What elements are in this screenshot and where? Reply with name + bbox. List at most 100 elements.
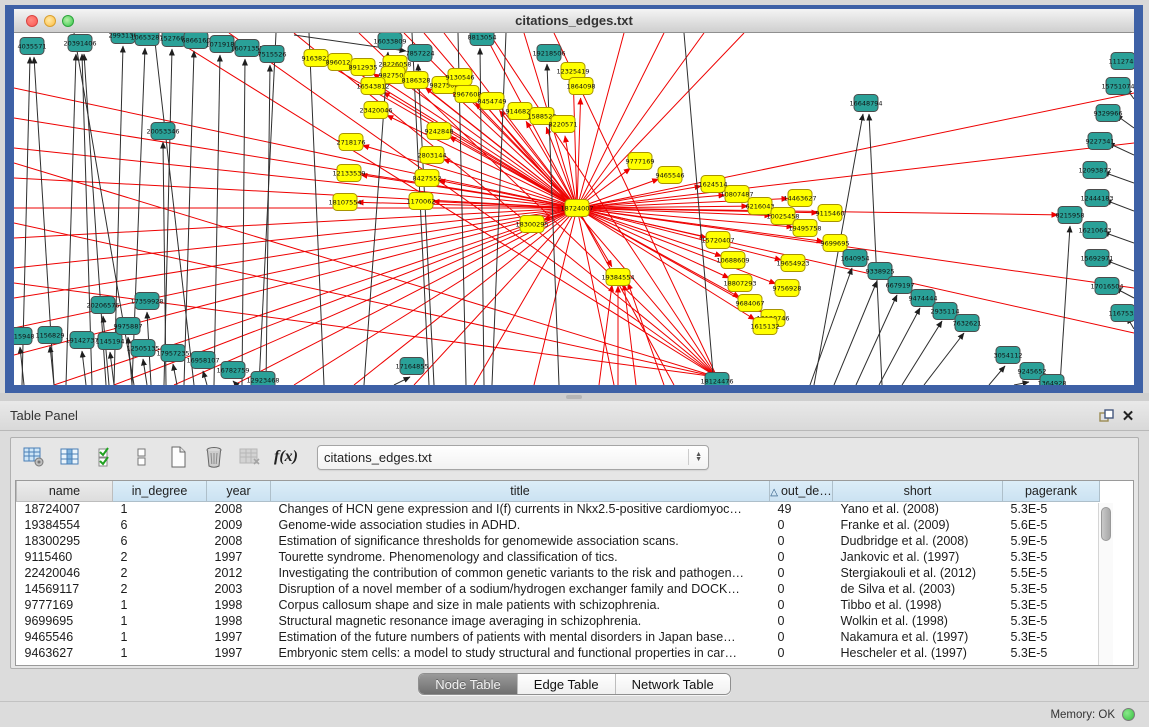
- graph-node-yellow[interactable]: 10688609: [716, 252, 749, 269]
- graph-node-teal[interactable]: 9329966: [1094, 105, 1123, 122]
- graph-node-yellow[interactable]: 9756928: [773, 280, 802, 297]
- cell[interactable]: 0: [770, 581, 833, 597]
- column-edit-icon[interactable]: [55, 443, 85, 471]
- cell[interactable]: Jankovic et al. (1997): [833, 549, 1003, 565]
- graph-node-yellow[interactable]: 2718176: [337, 134, 366, 151]
- cell[interactable]: 1998: [207, 597, 271, 613]
- graph-node-yellow[interactable]: 8186328: [402, 72, 431, 89]
- cell[interactable]: 5.9E-5: [1003, 533, 1100, 549]
- cell[interactable]: 9699695: [17, 613, 113, 629]
- cell[interactable]: Changes of HCN gene expression and I(f) …: [271, 501, 770, 517]
- graph-node-yellow[interactable]: 1615132: [751, 318, 780, 335]
- cell[interactable]: Disruption of a novel member of a sodium…: [271, 581, 770, 597]
- vertical-scrollbar[interactable]: [1098, 503, 1113, 665]
- cell[interactable]: 18300295: [17, 533, 113, 549]
- cell[interactable]: 1: [113, 629, 207, 645]
- delete-table-icon[interactable]: [235, 443, 265, 471]
- cell[interactable]: Wolkin et al. (1998): [833, 613, 1003, 629]
- graph-node-yellow[interactable]: 12325419: [556, 63, 589, 80]
- graph-node-yellow[interactable]: 12133539: [332, 165, 365, 182]
- cell[interactable]: 1: [113, 597, 207, 613]
- cell[interactable]: 2: [113, 565, 207, 581]
- graph-node-teal[interactable]: 1364928: [1038, 375, 1067, 386]
- cell[interactable]: 6: [113, 517, 207, 533]
- graph-node-yellow[interactable]: 19495758: [788, 220, 821, 237]
- cell[interactable]: 2012: [207, 565, 271, 581]
- minimize-window-button[interactable]: [44, 15, 56, 27]
- cell[interactable]: 22420046: [17, 565, 113, 581]
- network-canvas[interactable]: 1872400791638228960128891293528226058982…: [14, 33, 1134, 385]
- graph-node-teal[interactable]: 8215958: [1056, 207, 1085, 224]
- cell[interactable]: 5.5E-5: [1003, 565, 1100, 581]
- table-row[interactable]: 977716911998Corpus callosum shape and si…: [17, 597, 1100, 613]
- graph-node-teal[interactable]: 8813054: [468, 33, 497, 46]
- graph-node-teal[interactable]: 16782759: [216, 362, 249, 379]
- cell[interactable]: 6: [113, 533, 207, 549]
- graph-node-yellow[interactable]: 1170062: [407, 193, 436, 210]
- graph-node-yellow[interactable]: 9777169: [626, 153, 655, 170]
- zoom-window-button[interactable]: [62, 15, 74, 27]
- split-pane-divider[interactable]: [0, 393, 1149, 401]
- cell[interactable]: 5.3E-5: [1003, 629, 1100, 645]
- graph-node-yellow[interactable]: 19384554: [601, 269, 634, 286]
- cell[interactable]: 1: [113, 613, 207, 629]
- cell[interactable]: 0: [770, 613, 833, 629]
- cell[interactable]: 2003: [207, 581, 271, 597]
- graph-node-teal[interactable]: 12093872: [1078, 162, 1111, 179]
- cell[interactable]: Investigating the contribution of common…: [271, 565, 770, 581]
- graph-node-teal[interactable]: 20206576: [86, 297, 119, 314]
- graph-node-yellow[interactable]: 8427552: [413, 170, 442, 187]
- graph-node-yellow[interactable]: 9465546: [656, 167, 685, 184]
- graph-node-teal[interactable]: 17957235: [156, 345, 189, 362]
- column-header-year[interactable]: year: [207, 481, 271, 501]
- graph-node-teal[interactable]: 3054112: [994, 347, 1023, 364]
- graph-node-teal[interactable]: 18124476: [700, 373, 733, 386]
- cell[interactable]: Hescheler et al. (1997): [833, 645, 1003, 661]
- cell[interactable]: 5.3E-5: [1003, 597, 1100, 613]
- function-builder-icon[interactable]: f(x): [271, 443, 301, 471]
- graph-node-teal[interactable]: 20053346: [146, 123, 179, 140]
- cell[interactable]: 49: [770, 501, 833, 517]
- graph-node-teal[interactable]: 4035571: [18, 38, 47, 55]
- scrollbar-thumb[interactable]: [1101, 507, 1111, 541]
- cell[interactable]: Estimation of significance thresholds fo…: [271, 533, 770, 549]
- cell[interactable]: 5.3E-5: [1003, 581, 1100, 597]
- cell[interactable]: 2009: [207, 517, 271, 533]
- table-row[interactable]: 2242004622012Investigating the contribut…: [17, 565, 1100, 581]
- graph-node-teal[interactable]: 9975887: [114, 318, 143, 335]
- table-row[interactable]: 946362711997Embryonic stem cells: a mode…: [17, 645, 1100, 661]
- graph-node-yellow[interactable]: 8220571: [549, 116, 578, 133]
- graph-node-teal[interactable]: 9474444: [909, 290, 938, 307]
- column-header-in_degree[interactable]: in_degree: [113, 481, 207, 501]
- cell[interactable]: 5.3E-5: [1003, 501, 1100, 517]
- graph-node-yellow[interactable]: 9699695: [821, 235, 850, 252]
- column-header-name[interactable]: name: [17, 481, 113, 501]
- column-header-pagerank[interactable]: pagerank: [1003, 481, 1100, 501]
- graph-node-teal[interactable]: 9227341: [1086, 133, 1115, 150]
- cell[interactable]: 5.3E-5: [1003, 613, 1100, 629]
- graph-node-teal[interactable]: 6679197: [886, 277, 915, 294]
- cell[interactable]: 0: [770, 645, 833, 661]
- graph-node-yellow[interactable]: 18107554: [328, 194, 361, 211]
- cell[interactable]: Structural magnetic resonance image aver…: [271, 613, 770, 629]
- cell[interactable]: Tourette syndrome. Phenomenology and cla…: [271, 549, 770, 565]
- cell[interactable]: 0: [770, 565, 833, 581]
- graph-node-teal[interactable]: 20391406: [63, 35, 96, 52]
- cell[interactable]: Stergiakouli et al. (2012): [833, 565, 1003, 581]
- cell[interactable]: 0: [770, 517, 833, 533]
- graph-node-yellow[interactable]: 9115460: [816, 205, 845, 222]
- table-row[interactable]: 1938455462009Genome-wide association stu…: [17, 517, 1100, 533]
- graph-node-teal[interactable]: 7632621: [953, 315, 982, 332]
- graph-node-yellow[interactable]: 19654923: [776, 255, 809, 272]
- cell[interactable]: Nakamura et al. (1997): [833, 629, 1003, 645]
- cell[interactable]: 1: [113, 501, 207, 517]
- graph-node-teal[interactable]: 1640954: [841, 250, 870, 267]
- graph-node-teal[interactable]: 1145194: [96, 333, 125, 350]
- divider-grip-icon[interactable]: [566, 395, 582, 399]
- graph-node-teal[interactable]: 19218506: [532, 45, 565, 62]
- cell[interactable]: Corpus callosum shape and size in male p…: [271, 597, 770, 613]
- graph-node-yellow[interactable]: 8912935: [349, 59, 378, 76]
- cell[interactable]: de Silva et al. (2003): [833, 581, 1003, 597]
- cell[interactable]: Dudbridge et al. (2008): [833, 533, 1003, 549]
- graph-node-teal[interactable]: 1112748: [1109, 53, 1134, 70]
